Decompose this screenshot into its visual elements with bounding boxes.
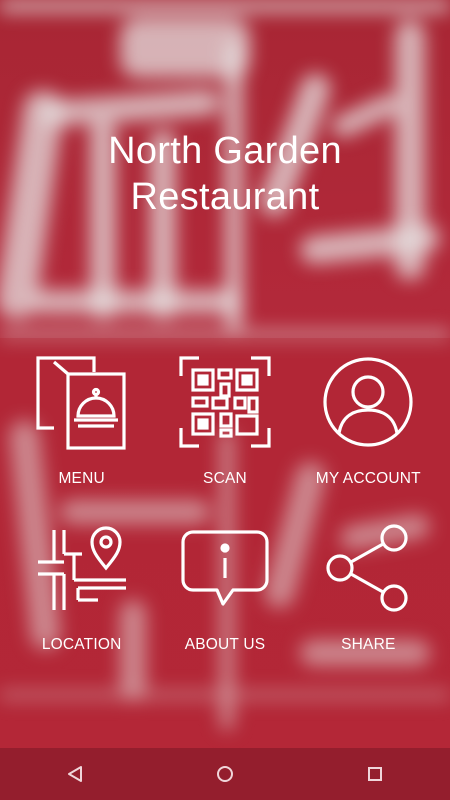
- map-pin-icon: [37, 526, 126, 610]
- about-us-button[interactable]: ABOUT US: [153, 506, 296, 672]
- title-line-2: Restaurant: [130, 176, 320, 218]
- restaurant-title: North Garden Restaurant: [0, 128, 450, 220]
- scan-label: SCAN: [203, 470, 247, 487]
- back-icon: [68, 766, 82, 782]
- scan-button[interactable]: SCAN: [153, 340, 296, 506]
- share-icon: [326, 524, 408, 612]
- menu-label: MENU: [58, 470, 105, 487]
- home-button[interactable]: [195, 748, 255, 800]
- feature-grid: MENU SCAN MY ACCOUNT LOCATION ABOUT US S…: [10, 340, 440, 672]
- menu-cloche-icon: [36, 356, 126, 450]
- back-button[interactable]: [45, 748, 105, 800]
- title-line-1: North Garden: [108, 130, 342, 172]
- share-label: SHARE: [341, 636, 396, 653]
- recents-icon: [368, 767, 382, 781]
- info-bubble-icon: [181, 530, 269, 606]
- location-label: LOCATION: [41, 636, 122, 653]
- user-account-icon: [323, 357, 413, 447]
- my-account-label: MY ACCOUNT: [315, 470, 421, 487]
- about-us-label: ABOUT US: [184, 636, 266, 653]
- my-account-button[interactable]: MY ACCOUNT: [297, 340, 440, 506]
- menu-button[interactable]: MENU: [10, 340, 153, 506]
- qr-code-icon: [179, 356, 271, 448]
- home-icon: [217, 766, 233, 782]
- location-button[interactable]: LOCATION: [10, 506, 153, 672]
- share-button[interactable]: SHARE: [297, 506, 440, 672]
- recents-button[interactable]: [345, 748, 405, 800]
- android-navigation-bar: [0, 748, 450, 800]
